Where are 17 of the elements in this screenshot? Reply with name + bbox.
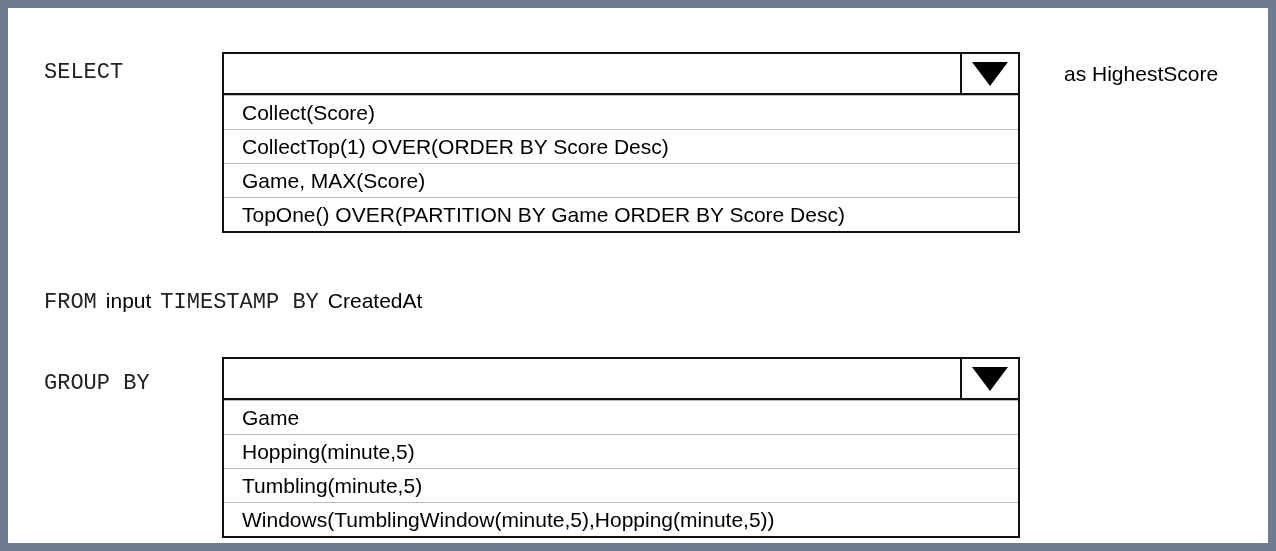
dropdown-option[interactable]: Game <box>224 400 1018 434</box>
dropdown-option[interactable]: CollectTop(1) OVER(ORDER BY Score Desc) <box>224 129 1018 163</box>
caret-icon <box>971 365 1009 392</box>
dropdown-option[interactable]: TopOne() OVER(PARTITION BY Game ORDER BY Score Desc) <box>224 197 1018 231</box>
dropdown-option[interactable]: Game, MAX(Score) <box>224 163 1018 197</box>
sql-keyword: SELECT <box>43 59 125 87</box>
dropdown-option[interactable]: Collect(Score) <box>224 95 1018 129</box>
dropdown-option[interactable]: Tumbling(minute,5) <box>224 468 1018 502</box>
identifier-text: CreatedAt <box>327 288 423 314</box>
dropdown-option[interactable]: Hopping(minute,5) <box>224 434 1018 468</box>
caret-icon <box>971 60 1009 87</box>
sql-keyword: TIMESTAMP BY <box>160 289 319 317</box>
identifier-text: input <box>105 288 152 314</box>
alias-text: as HighestScore <box>1064 61 1219 87</box>
sql-keyword: FROM <box>44 289 97 317</box>
sql-keyword: GROUP BY <box>43 370 151 398</box>
dropdown-option[interactable]: Windows(TumblingWindow(minute,5),Hopping(minute,5)) <box>224 502 1018 536</box>
